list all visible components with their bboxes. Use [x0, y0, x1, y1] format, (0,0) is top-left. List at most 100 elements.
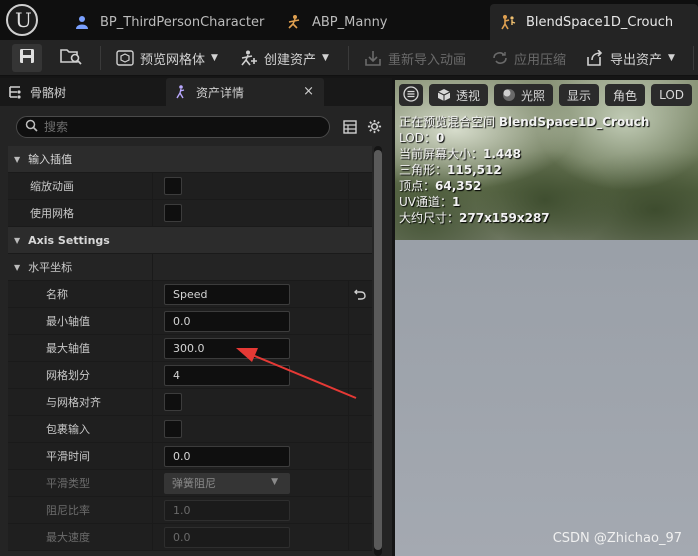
show-button[interactable]: 显示: [559, 84, 600, 106]
approx-size-label: 大约尺寸：: [399, 211, 460, 225]
search-input[interactable]: [44, 120, 304, 134]
screen-size-label: 当前屏幕大小：: [399, 147, 484, 161]
viewport-stats-overlay: 正在预览混合空间 BlendSpace1D_Crouch LOD：0 当前屏幕大…: [399, 114, 649, 226]
asset-details-label: 资产详情: [196, 85, 245, 100]
max-axis-value-input[interactable]: [164, 337, 290, 359]
toolbar-separator: [693, 46, 694, 70]
use-grid-checkbox[interactable]: [164, 204, 182, 222]
viewport-options-button[interactable]: [399, 84, 423, 106]
approx-size-line: 大约尺寸：277x159x287: [399, 210, 649, 226]
scale-animation-checkbox[interactable]: [164, 177, 182, 195]
chevron-down-icon: ▼: [322, 53, 329, 63]
smoothing-type-dropdown[interactable]: 弹簧阻尼 ▼: [164, 472, 290, 494]
tab-bp-third-person-character[interactable]: BP_ThirdPersonCharacter: [74, 4, 274, 40]
property-label: 平滑类型: [8, 470, 153, 496]
reimport-icon: [364, 50, 382, 66]
wrap-input-checkbox[interactable]: [164, 420, 182, 438]
property-label: 阻尼比率: [8, 497, 153, 523]
scrollbar-thumb[interactable]: [374, 150, 382, 550]
details-panel: ▼ 输入插值 缩放动画 使用网格 ▼ Axis Settings ▼ 水平坐标 …: [0, 106, 392, 556]
property-label: 名称: [8, 281, 153, 307]
chevron-down-icon: ▼: [211, 53, 218, 63]
category-input-interpolation[interactable]: ▼ 输入插值: [8, 146, 372, 173]
expand-arrow-icon: ▼: [14, 154, 21, 164]
triangles-line: 三角形：115,512: [399, 162, 649, 178]
tab-asset-details[interactable]: 资产详情 ×: [166, 78, 324, 106]
property-row-grid-divisions: 网格划分: [8, 362, 372, 389]
max-speed-input[interactable]: [164, 526, 290, 548]
triangles-value: 115,512: [447, 163, 502, 177]
lod-stat-label: LOD：: [399, 131, 436, 145]
expand-arrow-icon: ▼: [14, 262, 21, 272]
tab-skeleton-tree[interactable]: 骨骼树: [8, 78, 158, 106]
axis-name-input[interactable]: [164, 283, 290, 305]
snap-to-grid-checkbox[interactable]: [164, 393, 182, 411]
vertices-label: 顶点：: [399, 179, 436, 193]
apply-compression-button[interactable]: 应用压缩: [492, 44, 566, 72]
save-button[interactable]: [12, 44, 42, 72]
category-axis-settings[interactable]: ▼ Axis Settings: [8, 227, 372, 254]
property-label: 最大速度: [8, 524, 153, 550]
character-button[interactable]: 角色: [605, 84, 646, 106]
property-row-name: 名称: [8, 281, 372, 308]
preview-prefix: 正在预览混合空间: [399, 115, 499, 129]
property-row-min-axis-value: 最小轴值: [8, 308, 372, 335]
property-label: 与网格对齐: [8, 389, 153, 415]
approx-size-value: 277x159x287: [459, 211, 550, 225]
preview-mesh-label: 预览网格体: [140, 52, 206, 68]
close-icon[interactable]: ×: [303, 84, 314, 99]
property-list: ▼ 输入插值 缩放动画 使用网格 ▼ Axis Settings ▼ 水平坐标 …: [8, 146, 372, 551]
viewport-toolbar: 透视 光照 显示 角色 LOD: [399, 84, 693, 108]
document-tab-bar: BP_ThirdPersonCharacter ABP_Manny BlendS…: [0, 0, 698, 40]
details-search-box[interactable]: [16, 116, 330, 138]
settings-button[interactable]: [366, 119, 382, 136]
chevron-down-icon: ▼: [271, 476, 278, 487]
vertices-line: 顶点：64,352: [399, 178, 649, 194]
preview-asset-name: BlendSpace1D_Crouch: [498, 115, 650, 129]
property-row-scale-animation: 缩放动画: [8, 173, 372, 200]
property-label: 最大轴值: [8, 335, 153, 361]
property-label: 缩放动画: [8, 173, 153, 199]
reimport-animation-button[interactable]: 重新导入动画: [364, 44, 466, 72]
tab-blendspace1d-crouch[interactable]: BlendSpace1D_Crouch: [490, 4, 698, 40]
lod-label: LOD: [659, 88, 685, 102]
damping-ratio-input[interactable]: [164, 499, 290, 521]
perspective-label: 透视: [456, 88, 481, 103]
preview-mesh-button[interactable]: 预览网格体 ▼: [116, 44, 218, 72]
lod-line: LOD：0: [399, 130, 649, 146]
reimport-animation-label: 重新导入动画: [388, 52, 467, 68]
table-view-button[interactable]: [342, 119, 358, 137]
perspective-button[interactable]: 透视: [429, 84, 489, 106]
property-row-wrap-input: 包裹输入: [8, 416, 372, 443]
subcategory-horizontal-axis[interactable]: ▼ 水平坐标: [8, 254, 372, 281]
export-asset-button[interactable]: 导出资产 ▼: [586, 44, 675, 72]
tab-abp-manny[interactable]: ABP_Manny: [286, 4, 396, 40]
table-icon: [343, 119, 357, 137]
property-row-smoothing-type: 平滑类型 弹簧阻尼 ▼: [8, 470, 372, 497]
min-axis-value-input[interactable]: [164, 310, 290, 332]
lod-button[interactable]: LOD: [651, 84, 693, 106]
expand-arrow-icon: ▼: [14, 235, 21, 245]
export-asset-label: 导出资产: [610, 52, 663, 68]
grid-divisions-input[interactable]: [164, 364, 290, 386]
preview-viewport[interactable]: 透视 光照 显示 角色 LOD 正在预览混合空间 BlendSpace1D_Cr…: [395, 80, 698, 556]
lighting-button[interactable]: 光照: [494, 84, 554, 106]
skeleton-tree-icon: [8, 85, 22, 99]
toolbar-separator: [100, 46, 101, 70]
browse-to-asset-button[interactable]: [56, 44, 86, 72]
skeleton-tree-label: 骨骼树: [30, 85, 67, 100]
category-label: 输入插值: [28, 153, 73, 166]
apply-compression-label: 应用压缩: [514, 52, 567, 68]
dropdown-value: 弹簧阻尼: [172, 477, 216, 490]
search-icon: [25, 119, 38, 135]
smoothing-time-input[interactable]: [164, 445, 290, 467]
unreal-logo-icon[interactable]: [6, 4, 38, 36]
property-label: 网格划分: [8, 362, 153, 388]
reset-to-default-icon[interactable]: [354, 288, 366, 303]
tab-label: BP_ThirdPersonCharacter: [100, 14, 265, 30]
details-scrollbar[interactable]: [374, 146, 382, 556]
uv-channels-value: 1: [452, 195, 461, 209]
create-asset-button[interactable]: 创建资产 ▼: [240, 44, 329, 72]
character-label: 角色: [613, 88, 638, 103]
property-label: 平滑时间: [8, 443, 153, 469]
